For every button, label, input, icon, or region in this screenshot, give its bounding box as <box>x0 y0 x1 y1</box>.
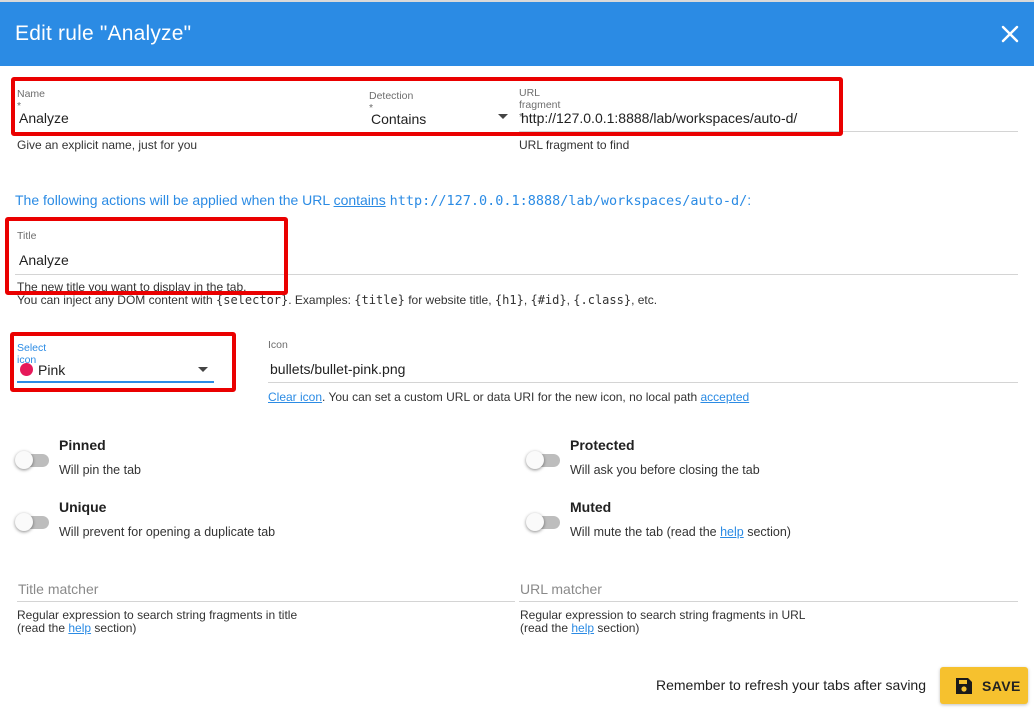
title-matcher-hint-line1: Regular expression to search string frag… <box>17 608 298 622</box>
dropdown-arrow-icon[interactable] <box>197 366 209 374</box>
muted-desc: Will mute the tab (read the help section… <box>570 525 791 539</box>
title-input[interactable]: Analyze <box>19 252 69 268</box>
floppy-disk-icon <box>956 678 972 694</box>
unique-toggle[interactable] <box>15 513 51 531</box>
dialog-header: Edit rule "Analyze" <box>0 2 1034 66</box>
title-matcher-underline <box>17 601 515 602</box>
url-fragment-underline <box>519 131 1018 132</box>
unique-title: Unique <box>59 499 107 515</box>
protected-desc: Will ask you before closing the tab <box>570 463 760 477</box>
muted-title: Muted <box>570 499 612 515</box>
highlight-box-rule-fields <box>11 77 843 136</box>
pinned-title: Pinned <box>59 437 106 453</box>
dropdown-arrow-icon[interactable] <box>497 113 509 121</box>
icon-hint: Clear icon. You can set a custom URL or … <box>268 390 750 404</box>
icon-label: Icon <box>268 339 288 351</box>
clear-icon-link[interactable]: Clear icon <box>268 390 322 404</box>
close-icon[interactable] <box>1000 24 1020 44</box>
protected-toggle[interactable] <box>526 451 562 469</box>
icon-underline <box>268 382 1018 383</box>
muted-help-link[interactable]: help <box>720 525 744 539</box>
title-underline <box>15 274 1018 275</box>
accepted-link[interactable]: accepted <box>700 390 749 404</box>
protected-title: Protected <box>570 437 635 453</box>
select-icon-value[interactable]: Pink <box>20 362 65 378</box>
url-fragment-input[interactable]: http://127.0.0.1:8888/lab/workspaces/aut… <box>521 110 797 126</box>
name-label: Name * <box>17 88 46 112</box>
url-fragment-hint: URL fragment to find <box>519 138 630 152</box>
url-matcher-hint-line2: (read the help section) <box>520 621 640 635</box>
pinned-toggle[interactable] <box>15 451 51 469</box>
info-prefix: The following actions will be applied wh… <box>15 192 334 208</box>
title-matcher-hint-line2: (read the help section) <box>17 621 137 635</box>
info-keyword: contains <box>333 192 386 208</box>
info-url: http://127.0.0.1:8888/lab/workspaces/aut… <box>389 193 748 209</box>
url-matcher-hint-line1: Regular expression to search string frag… <box>520 608 806 622</box>
actions-info: The following actions will be applied wh… <box>15 192 751 209</box>
detection-value[interactable]: Contains <box>371 111 426 127</box>
url-matcher-underline <box>519 601 1018 602</box>
url-matcher-help-link[interactable]: help <box>571 621 594 635</box>
save-button[interactable]: SAVE <box>940 667 1028 704</box>
title-matcher-placeholder[interactable]: Title matcher <box>18 581 98 597</box>
info-suffix: : <box>747 192 752 208</box>
title-hint-line2: You can inject any DOM content with {sel… <box>17 293 658 307</box>
select-icon-underline <box>17 381 214 383</box>
muted-toggle[interactable] <box>526 513 562 531</box>
unique-desc: Will prevent for opening a duplicate tab <box>59 525 276 539</box>
name-hint: Give an explicit name, just for you <box>17 138 198 152</box>
icon-input[interactable]: bullets/bullet-pink.png <box>270 361 405 377</box>
pinned-desc: Will pin the tab <box>59 463 141 477</box>
url-matcher-placeholder[interactable]: URL matcher <box>520 581 602 597</box>
title-label: Title <box>17 230 37 242</box>
title-matcher-help-link[interactable]: help <box>68 621 91 635</box>
save-label: SAVE <box>982 678 1021 694</box>
save-note: Remember to refresh your tabs after savi… <box>656 677 927 693</box>
name-input[interactable]: Analyze <box>19 110 69 126</box>
title-hint-line1: The new title you want to display in the… <box>17 280 247 294</box>
dialog-title: Edit rule "Analyze" <box>15 22 192 45</box>
pink-dot-icon <box>20 363 33 376</box>
